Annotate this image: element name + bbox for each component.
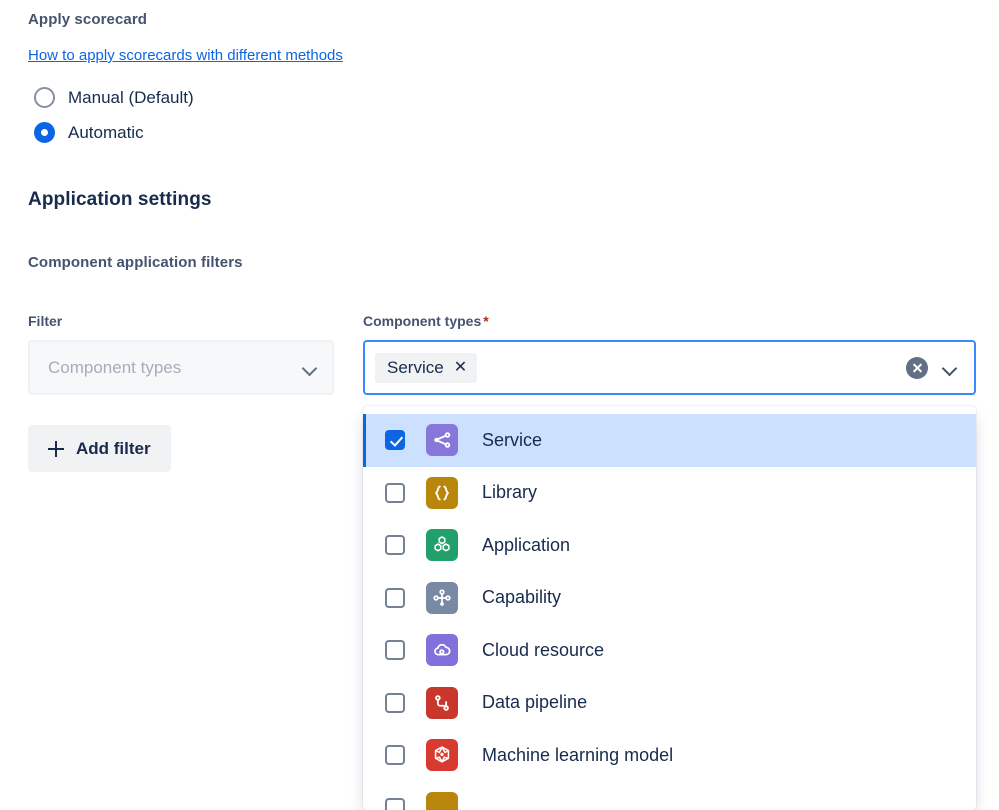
dropdown-option-label: Library — [482, 482, 537, 503]
dropdown-option-machine-learning-model[interactable]: Machine learning model — [363, 729, 976, 782]
dropdown-option-label: Machine learning model — [482, 745, 673, 766]
component-types-select[interactable]: Service ✕ — [363, 340, 976, 395]
component-types-label-text: Component types — [363, 313, 481, 329]
radio-option-manual[interactable]: Manual (Default) — [34, 87, 194, 108]
data-pipeline-icon — [426, 687, 458, 719]
selected-chip-service[interactable]: Service ✕ — [375, 353, 477, 383]
chip-label: Service — [387, 358, 444, 378]
dropdown-option-cloud-resource[interactable]: Cloud resource — [363, 624, 976, 677]
checkbox[interactable] — [385, 640, 405, 660]
clear-circle-icon[interactable] — [906, 357, 928, 379]
component-application-filters-subtitle: Component application filters — [28, 254, 243, 271]
checkbox[interactable] — [385, 798, 405, 810]
partial-icon — [426, 792, 458, 810]
radio-indicator-manual[interactable] — [34, 87, 55, 108]
dropdown-option-label: Data pipeline — [482, 692, 587, 713]
dropdown-option-library[interactable]: Library — [363, 467, 976, 520]
component-types-dropdown-menu[interactable]: Service Library Application — [363, 406, 976, 810]
dropdown-option-application[interactable]: Application — [363, 519, 976, 572]
component-types-field-label: Component types* — [363, 313, 489, 329]
checkbox[interactable] — [385, 483, 405, 503]
checkbox[interactable] — [385, 745, 405, 765]
chevron-down-icon[interactable] — [302, 360, 318, 376]
apply-scorecard-title: Apply scorecard — [28, 11, 147, 28]
scorecard-settings-page: Apply scorecard How to apply scorecards … — [0, 0, 999, 810]
checkbox[interactable] — [385, 588, 405, 608]
dropdown-option-label: Capability — [482, 587, 561, 608]
capability-nodes-icon — [426, 582, 458, 614]
filter-select[interactable]: Component types — [28, 340, 334, 395]
dropdown-option-label: Service — [482, 430, 542, 451]
radio-option-automatic[interactable]: Automatic — [34, 122, 144, 143]
checkbox[interactable] — [385, 693, 405, 713]
application-settings-title: Application settings — [28, 189, 212, 211]
dropdown-option-data-pipeline[interactable]: Data pipeline — [363, 677, 976, 730]
required-asterisk: * — [483, 313, 488, 329]
service-icon — [426, 424, 458, 456]
machine-learning-model-icon — [426, 739, 458, 771]
add-filter-button-label: Add filter — [76, 439, 151, 459]
chevron-down-icon[interactable] — [942, 360, 958, 376]
how-to-apply-scorecards-link[interactable]: How to apply scorecards with different m… — [28, 47, 343, 64]
application-hexagons-icon — [426, 529, 458, 561]
checkbox[interactable] — [385, 430, 405, 450]
radio-label-automatic: Automatic — [68, 123, 144, 143]
dropdown-option-label: Cloud resource — [482, 640, 604, 661]
close-icon[interactable]: ✕ — [454, 360, 467, 376]
dropdown-option-capability[interactable]: Capability — [363, 572, 976, 625]
plus-icon — [48, 441, 64, 457]
add-filter-button[interactable]: Add filter — [28, 425, 171, 472]
checkbox[interactable] — [385, 535, 405, 555]
dropdown-option-label: Application — [482, 535, 570, 556]
dropdown-option-service[interactable]: Service — [363, 414, 976, 467]
filter-field-label: Filter — [28, 313, 62, 329]
library-braces-icon — [426, 477, 458, 509]
filter-select-placeholder: Component types — [48, 358, 302, 378]
radio-label-manual: Manual (Default) — [68, 88, 194, 108]
dropdown-option-partial[interactable] — [363, 782, 976, 810]
radio-indicator-automatic[interactable] — [34, 122, 55, 143]
cloud-resource-icon — [426, 634, 458, 666]
